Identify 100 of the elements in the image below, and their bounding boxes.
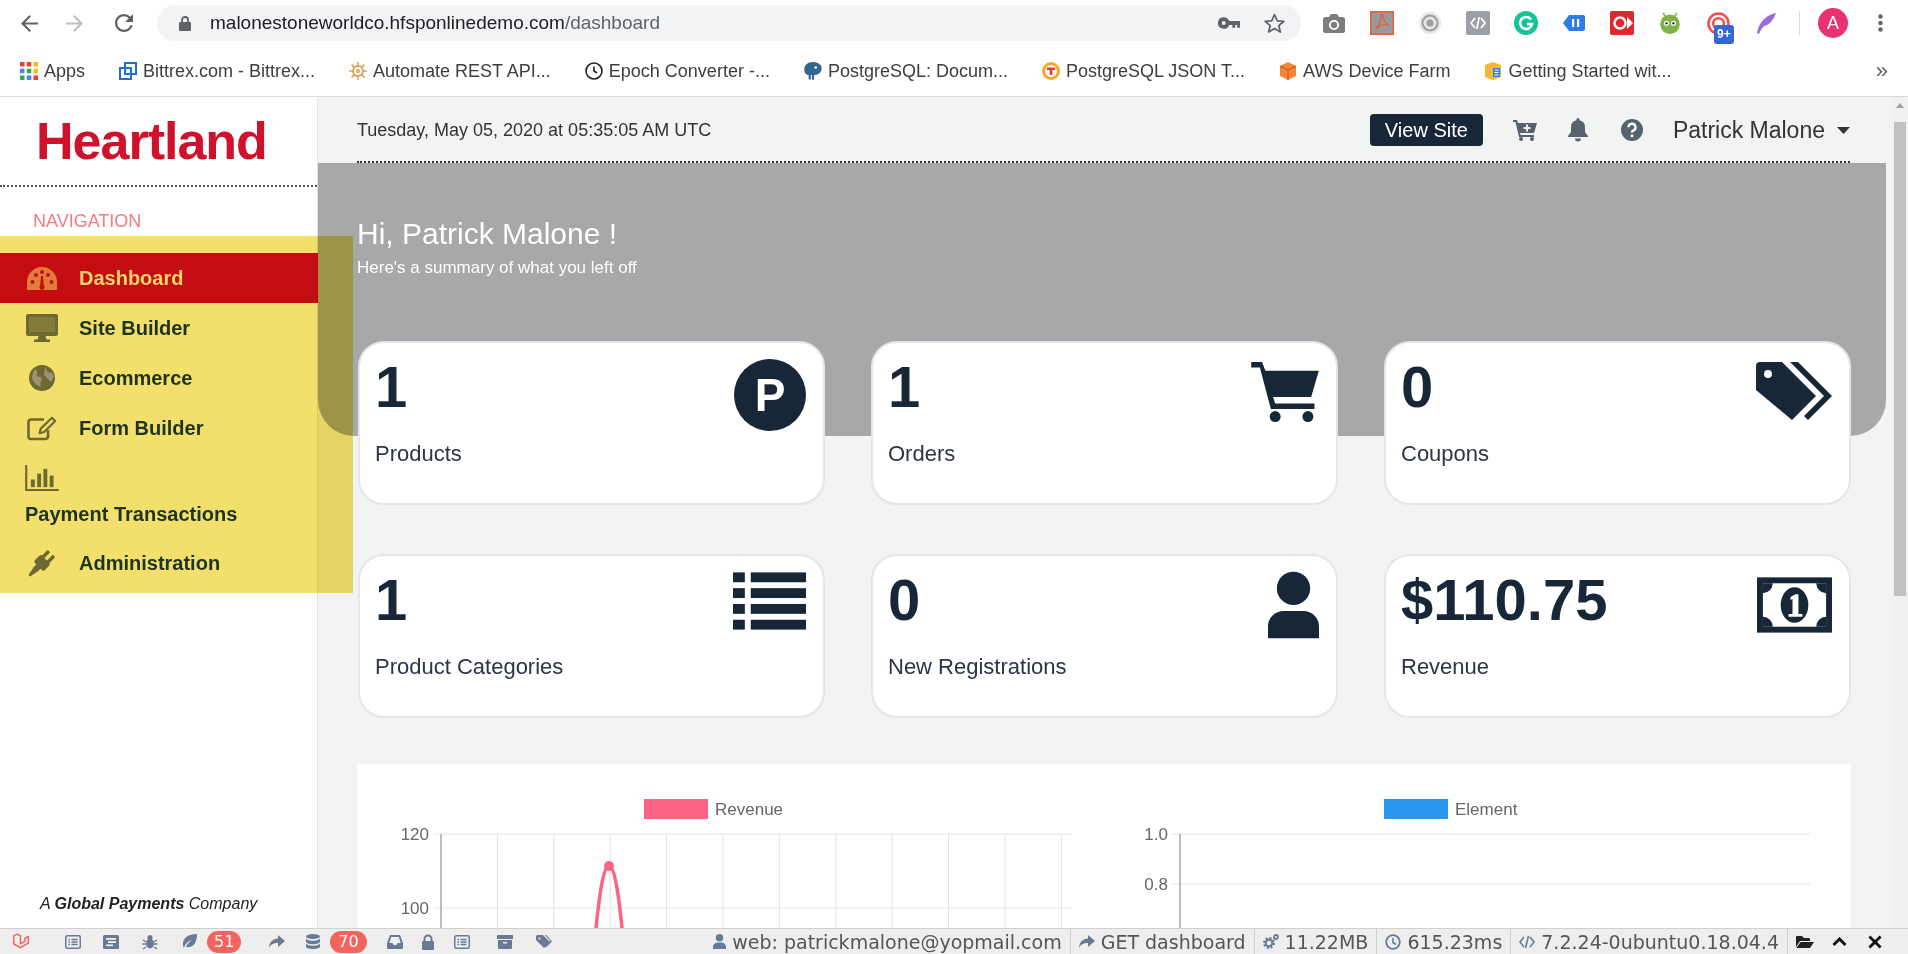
bookmark[interactable]: PostgreSQL: Docum... [803,57,1008,85]
close-icon[interactable] [1868,934,1882,949]
folder-icon[interactable] [1796,935,1814,948]
date-time: Tuesday, May 05, 2020 at 05:35:05 AM UTC [357,118,712,142]
tags-icon [1756,362,1832,420]
user-icon [1268,571,1319,639]
tag-icon[interactable] [1563,15,1585,31]
bookmark[interactable]: AWS Device Farm [1279,57,1451,85]
bookmark[interactable]: Apps [20,57,86,85]
list-icon [733,572,806,630]
route-info: GET dashboard [1100,929,1246,954]
code-icon[interactable] [1466,11,1490,35]
globe-icon [29,365,55,391]
list-icon[interactable] [65,934,81,949]
stat-card[interactable]: 1 Product Categories [358,554,825,718]
greeting: Hi, Patrick Malone ! [357,216,619,252]
view-site-button[interactable]: View Site [1369,114,1483,146]
address-bar[interactable]: malonestoneworldco.hfsponlinedemo.com/dashboard [157,5,1301,41]
scroll-up-arrow-icon[interactable] [1896,103,1904,108]
count-badge: 70 [330,930,367,953]
bookmark[interactable]: Epoch Converter -... [584,57,770,85]
profile-avatar[interactable]: A [1818,8,1848,38]
nav-item[interactable]: Form Builder [0,403,318,453]
nav-item[interactable]: Ecommerce [0,353,318,403]
banknote-icon [1757,577,1832,633]
more-bookmarks-button[interactable]: » [1875,60,1888,82]
tags-icon[interactable] [535,935,552,948]
user-menu[interactable]: Patrick Malone [1672,112,1850,148]
cart-plus-icon[interactable] [1512,119,1537,141]
monitor-icon [26,314,58,342]
stat-value: $110.75 [1401,571,1608,629]
stat-card[interactable]: 1 P Products [358,341,825,505]
axis-tick-label: 0.8 [1144,875,1168,894]
stat-card[interactable]: 0 Coupons [1384,341,1851,505]
legend-swatch-icon [1384,799,1448,819]
stat-label: Revenue [1401,653,1491,681]
bookmark[interactable]: Getting Started wit... [1484,57,1672,85]
clock-icon [584,62,603,80]
axis-tick-label: 120 [400,825,429,844]
stat-value: 1 [375,358,408,416]
reload-icon[interactable] [115,14,133,32]
star-icon[interactable] [1264,12,1285,34]
bug-icon[interactable] [1660,12,1680,34]
list-icon[interactable] [453,934,470,949]
elephant-icon [803,62,822,80]
square-logo-icon[interactable] [1610,11,1634,35]
bell-icon[interactable] [1567,118,1588,142]
bookmark[interactable]: Bittrex.com - Bittrex... [119,57,316,85]
tasks-icon[interactable] [103,934,119,949]
user-icon [713,934,727,949]
legend-label: Revenue [715,800,784,819]
leaf-icon[interactable] [182,934,198,949]
gears-icon [1262,934,1279,949]
inbox-icon[interactable] [386,934,403,949]
url-field[interactable]: malonestoneworldco.hfsponlinedemo.com/dashboard [210,8,660,38]
stat-card[interactable]: $110.75 Revenue [1384,554,1851,718]
chevron-up-icon[interactable] [1832,936,1847,947]
nav-item[interactable]: Payment Transactions [0,453,318,538]
legend-swatch-icon [644,799,708,819]
stat-card[interactable]: 1 Orders [871,341,1338,505]
help-icon[interactable] [1620,119,1643,141]
stat-card[interactable]: 0 New Registrations [871,554,1338,718]
axis-tick-label: 1.0 [1144,825,1168,844]
nav-item[interactable]: Dashboard [0,253,318,303]
box-icon [1484,62,1503,80]
key-icon[interactable] [1218,17,1240,29]
archive-icon[interactable] [496,934,513,949]
bookmark[interactable]: PostgreSQL JSON T... [1041,57,1246,85]
section-label: NAVIGATION [32,210,142,232]
cart-icon [1251,362,1319,422]
menu-icon[interactable] [1878,14,1883,32]
feather-icon[interactable] [1756,12,1776,34]
caret-down-icon [1837,126,1850,134]
lock-icon[interactable] [421,933,434,950]
ring-icon [1041,62,1060,80]
bug-icon[interactable] [142,933,158,950]
laravel-logo-icon[interactable] [12,933,30,950]
nav-item[interactable]: Administration [0,538,318,588]
target-icon[interactable] [1419,12,1441,34]
notification-badge: 9+ [1714,25,1734,44]
camera-icon[interactable] [1323,13,1345,33]
memory-usage: 11.22MB [1284,929,1369,954]
scrollbar-thumb[interactable] [1894,122,1906,596]
database-icon[interactable] [306,934,321,949]
bookmark[interactable]: Automate REST API... [349,57,551,85]
request-duration: 615.23ms [1407,929,1503,954]
parking-icon: P [734,359,806,431]
stat-label: Orders [888,440,957,468]
nav-item[interactable]: Site Builder [0,303,318,353]
clock-icon [1385,933,1402,950]
back-icon[interactable] [21,14,38,32]
stat-value: 1 [375,571,408,629]
legend-label: Element [1455,800,1518,819]
share-icon[interactable] [269,935,286,948]
user-info: web: patrickmalone@yopmail.com [732,929,1062,954]
logo[interactable]: Heartland [36,115,267,167]
bar-chart-icon [25,465,59,491]
squares-icon [119,62,138,80]
circle-logo-icon[interactable] [1514,11,1538,35]
stat-value: 0 [888,571,921,629]
